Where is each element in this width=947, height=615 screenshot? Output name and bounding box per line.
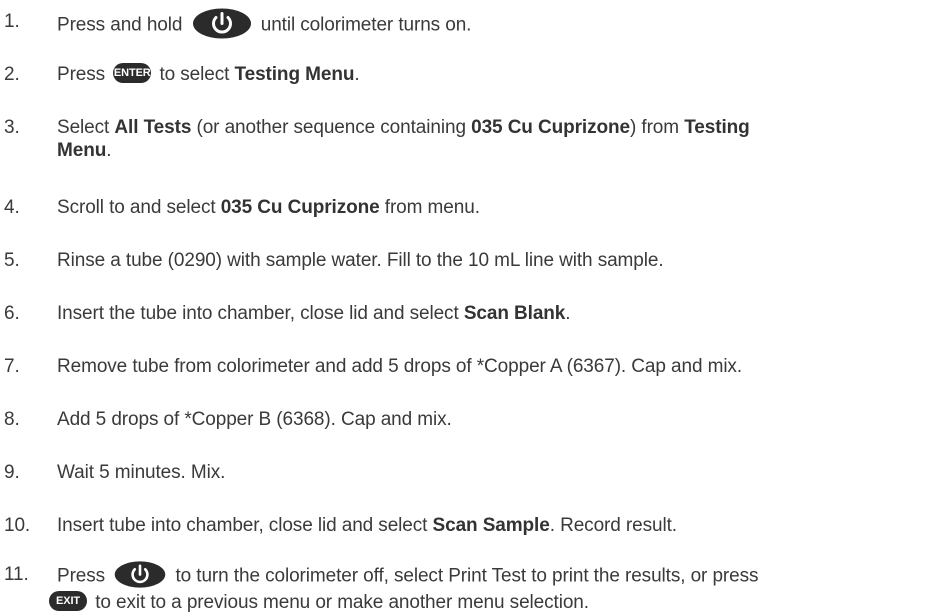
- step-text-part: Press: [57, 64, 106, 85]
- step-text-part: (or another sequence containing: [196, 117, 466, 138]
- step-text-part: until colorimeter turns on.: [260, 14, 472, 36]
- step-number: 3.: [4, 117, 20, 138]
- step-text-part: to exit to a previous menu or make anoth…: [95, 592, 589, 613]
- step-text: Scroll to and select 035 Cu Cuprizone fr…: [57, 196, 937, 219]
- step-number: 2.: [4, 64, 20, 85]
- step-text: Wait 5 minutes. Mix.: [57, 462, 226, 483]
- step-text-part: ) from: [629, 117, 679, 138]
- step-text: Add 5 drops of *Copper B (6368). Cap and…: [57, 409, 452, 430]
- step-text-part: Scroll to and select: [57, 197, 216, 218]
- step-text-part: Select: [57, 117, 110, 138]
- exit-button-icon: EXIT: [49, 590, 87, 611]
- step-text-part: Insert tube into chamber, close lid and …: [57, 515, 428, 536]
- step-text-bold: 035 Cu Cuprizone: [471, 117, 630, 138]
- power-icon: [115, 561, 166, 588]
- step-text: Select All Tests (or another sequence co…: [57, 116, 937, 162]
- step-text-part: Press and hold: [57, 14, 183, 36]
- step-text-part: to select: [159, 64, 230, 85]
- step-text-part: .: [106, 140, 112, 161]
- step-text-part: Press: [57, 565, 106, 587]
- step-number: 11.: [4, 564, 29, 585]
- step-text-part: to turn the colorimeter off, select Prin…: [175, 565, 759, 587]
- step-number: 4.: [4, 197, 20, 218]
- step-number: 6.: [4, 303, 20, 324]
- step-text-bold: Testing Menu: [234, 64, 355, 85]
- step-number: 5.: [4, 250, 20, 271]
- step-text-part: .: [565, 303, 571, 324]
- step-text-part: .: [354, 64, 360, 85]
- step-text-bold: 035 Cu Cuprizone: [220, 197, 380, 218]
- step-text-bold: Scan Blank: [463, 303, 566, 324]
- step-text-bold: Testing: [684, 117, 750, 138]
- power-icon: [192, 8, 251, 39]
- step-text: Rinse a tube (0290) with sample water. F…: [57, 250, 664, 271]
- step-number: 9.: [4, 462, 20, 483]
- step-number: 10.: [4, 515, 31, 536]
- step-text-bold: Menu: [57, 140, 107, 161]
- step-text: Insert the tube into chamber, close lid …: [57, 302, 937, 325]
- step-text: Press ENTER to select Testing Menu.: [57, 62, 937, 86]
- step-number: 8.: [4, 409, 20, 430]
- step-text-bold: Scan Sample: [432, 515, 550, 536]
- step-text-bold: All Tests: [114, 117, 192, 138]
- step-text-part: Insert the tube into chamber, close lid …: [57, 303, 459, 324]
- step-text-part: . Record result.: [549, 515, 677, 536]
- step-text: Press and hold until colorimeter turns o…: [57, 8, 937, 41]
- step-number: 7.: [4, 356, 20, 377]
- procedure-steps: 1. Press and hold until colorimeter turn…: [0, 0, 947, 613]
- step-number: 1.: [4, 11, 20, 32]
- enter-button-icon: ENTER: [113, 62, 152, 83]
- step-text: Insert tube into chamber, close lid and …: [57, 514, 937, 537]
- step-text-part: from menu.: [384, 197, 480, 218]
- step-text: Remove tube from colorimeter and add 5 d…: [57, 356, 743, 377]
- step-text: Press to turn the colorimeter off, selec…: [49, 561, 937, 615]
